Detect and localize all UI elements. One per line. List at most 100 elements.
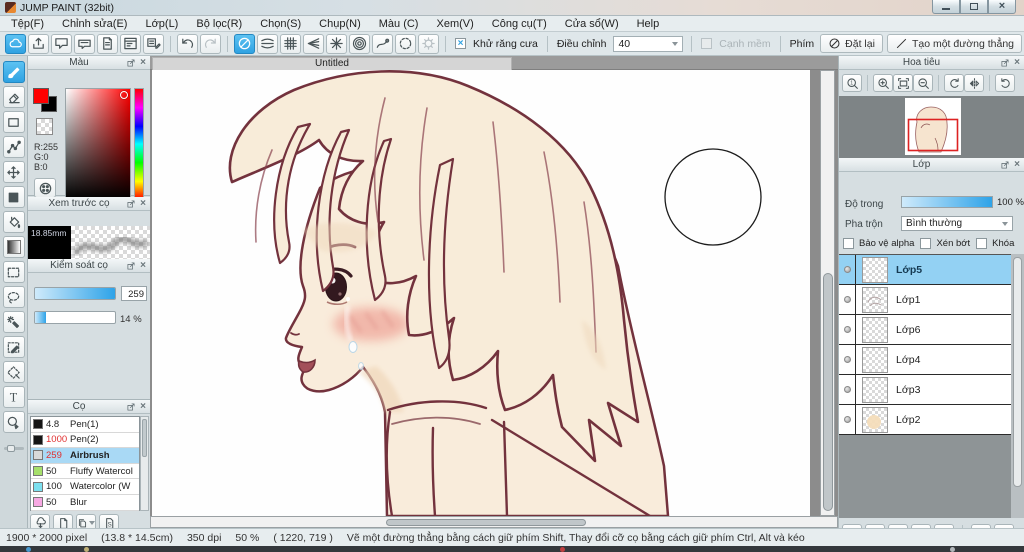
polyline-button[interactable] [2, 136, 25, 158]
layer-visibility-icon[interactable] [839, 315, 856, 344]
alpha-protect-checkbox[interactable] [843, 238, 854, 249]
select-rect-button[interactable] [2, 261, 25, 283]
layer-scroll-thumb[interactable] [1012, 257, 1022, 487]
close-panel-icon[interactable]: × [138, 57, 148, 68]
menu-item-4[interactable]: Chọn(S) [251, 17, 310, 31]
layer-row-Lớp3[interactable]: Lớp3 [839, 375, 1011, 405]
close-panel-icon[interactable]: × [1012, 57, 1022, 68]
menu-item-10[interactable]: Help [628, 17, 669, 31]
comment-flat-button[interactable] [74, 33, 95, 54]
minimize-button[interactable] [932, 0, 960, 14]
menu-item-1[interactable]: Chỉnh sửa(E) [53, 17, 136, 31]
zoom-out-button[interactable] [913, 74, 933, 92]
brush-opacity-slider[interactable] [34, 311, 116, 324]
snap-settings-button[interactable] [418, 33, 439, 54]
canvas-page[interactable] [152, 70, 810, 516]
brush-row-4[interactable]: 100 Watercolor (W [31, 479, 139, 495]
layer-visibility-icon[interactable] [839, 285, 856, 314]
popout-icon[interactable] [126, 58, 136, 68]
layer-row-Lớp5[interactable]: Lớp5 [839, 255, 1011, 285]
select-diamond-button[interactable] [2, 361, 25, 383]
close-panel-icon[interactable]: × [138, 401, 148, 412]
reset-button[interactable]: Đặt lại [820, 34, 883, 53]
menu-item-3[interactable]: Bộ lọc(R) [187, 17, 251, 31]
layer-row-Lớp2[interactable]: Lớp2 [839, 405, 1011, 435]
material-pencil-button[interactable] [143, 33, 164, 54]
cloud-button[interactable] [5, 33, 26, 54]
snap-grid-button[interactable] [280, 33, 301, 54]
layer-visibility-icon[interactable] [839, 255, 856, 284]
navigator-thumbnail[interactable] [905, 98, 961, 155]
layer-row-Lớp4[interactable]: Lớp4 [839, 345, 1011, 375]
brush-row-1[interactable]: 1000 Pen(2) [31, 433, 139, 449]
rotate-left-button[interactable] [944, 74, 964, 92]
soft-edge-checkbox[interactable] [701, 38, 713, 49]
brush-button[interactable] [2, 61, 25, 83]
lasso-button[interactable] [2, 286, 25, 308]
eraser-button[interactable] [2, 86, 25, 108]
canvas-artwork[interactable] [152, 70, 810, 516]
close-button[interactable]: × [988, 0, 1016, 14]
snap-ellipse-button[interactable] [395, 33, 416, 54]
maximize-button[interactable] [960, 0, 988, 14]
lock-checkbox[interactable] [976, 238, 988, 249]
magic-wand-button[interactable] [2, 311, 25, 333]
brush-row-2[interactable]: 259 Airbrush [31, 448, 139, 464]
layer-row-Lớp6[interactable]: Lớp6 [839, 315, 1011, 345]
color-picker-cursor[interactable] [120, 91, 128, 99]
brush-row-5[interactable]: 50 Blur [31, 495, 139, 511]
menu-item-2[interactable]: Lớp(L) [136, 17, 187, 31]
snap-curve-button[interactable] [372, 33, 393, 54]
zoom-fit-button[interactable] [893, 74, 913, 92]
panel-settings-button[interactable] [120, 33, 141, 54]
menu-item-5[interactable]: Chụp(N) [310, 17, 370, 31]
snap-parallel-button[interactable] [257, 33, 278, 54]
undo-button[interactable] [177, 33, 198, 54]
snap-concentric-button[interactable] [349, 33, 370, 54]
hue-slider[interactable] [134, 88, 144, 200]
operate-button[interactable] [2, 411, 25, 433]
document-tab[interactable]: Untitled [152, 57, 512, 70]
popout-icon[interactable] [126, 261, 136, 271]
navigator-thumbnail-area[interactable] [839, 96, 1024, 158]
saturation-value-picker[interactable] [65, 88, 131, 200]
brush-row-0[interactable]: 4.8 Pen(1) [31, 417, 139, 433]
blend-mode-dropdown[interactable]: Bình thường [901, 216, 1013, 231]
adjust-dropdown[interactable]: 40 [613, 35, 684, 52]
brush-row-3[interactable]: 50 Fluffy Watercol [31, 464, 139, 480]
menu-item-0[interactable]: Tệp(F) [2, 17, 53, 31]
document-button[interactable] [97, 33, 118, 54]
menu-item-8[interactable]: Công cụ(T) [483, 17, 556, 31]
popout-icon[interactable] [1000, 58, 1010, 68]
select-pen-button[interactable] [2, 336, 25, 358]
bucket-button[interactable] [2, 211, 25, 233]
shape-rect-button[interactable] [2, 111, 25, 133]
popout-icon[interactable] [126, 199, 136, 209]
fill-rect-button[interactable] [2, 186, 25, 208]
text-button[interactable]: T [2, 386, 25, 408]
layer-list-scrollbar[interactable] [1011, 254, 1024, 518]
vertical-scroll-thumb[interactable] [822, 273, 833, 511]
snap-off-button[interactable] [234, 33, 255, 54]
brush-size-slider[interactable] [34, 287, 116, 300]
layer-visibility-icon[interactable] [839, 405, 856, 434]
close-panel-icon[interactable]: × [138, 260, 148, 271]
gradient-button[interactable] [2, 236, 25, 258]
canvas-vertical-scrollbar[interactable] [820, 70, 835, 516]
move-button[interactable] [2, 161, 25, 183]
flip-h-button[interactable] [964, 74, 984, 92]
zoom-in-button[interactable] [873, 74, 893, 92]
transparent-color-swatch[interactable] [36, 118, 53, 135]
palette-button[interactable] [34, 178, 56, 198]
layer-opacity-slider[interactable] [901, 196, 993, 208]
canvas-horizontal-scrollbar[interactable] [150, 516, 838, 528]
tool-strip-slider[interactable] [3, 445, 24, 452]
brush-list-scrollbar[interactable] [140, 416, 149, 511]
clipping-checkbox[interactable] [920, 238, 932, 249]
menu-item-6[interactable]: Màu (C) [370, 17, 428, 31]
popout-icon[interactable] [1000, 160, 1010, 170]
comment-button[interactable] [51, 33, 72, 54]
brush-size-value[interactable]: 259 [121, 286, 147, 301]
layer-visibility-icon[interactable] [839, 375, 856, 404]
snap-radial-button[interactable] [326, 33, 347, 54]
